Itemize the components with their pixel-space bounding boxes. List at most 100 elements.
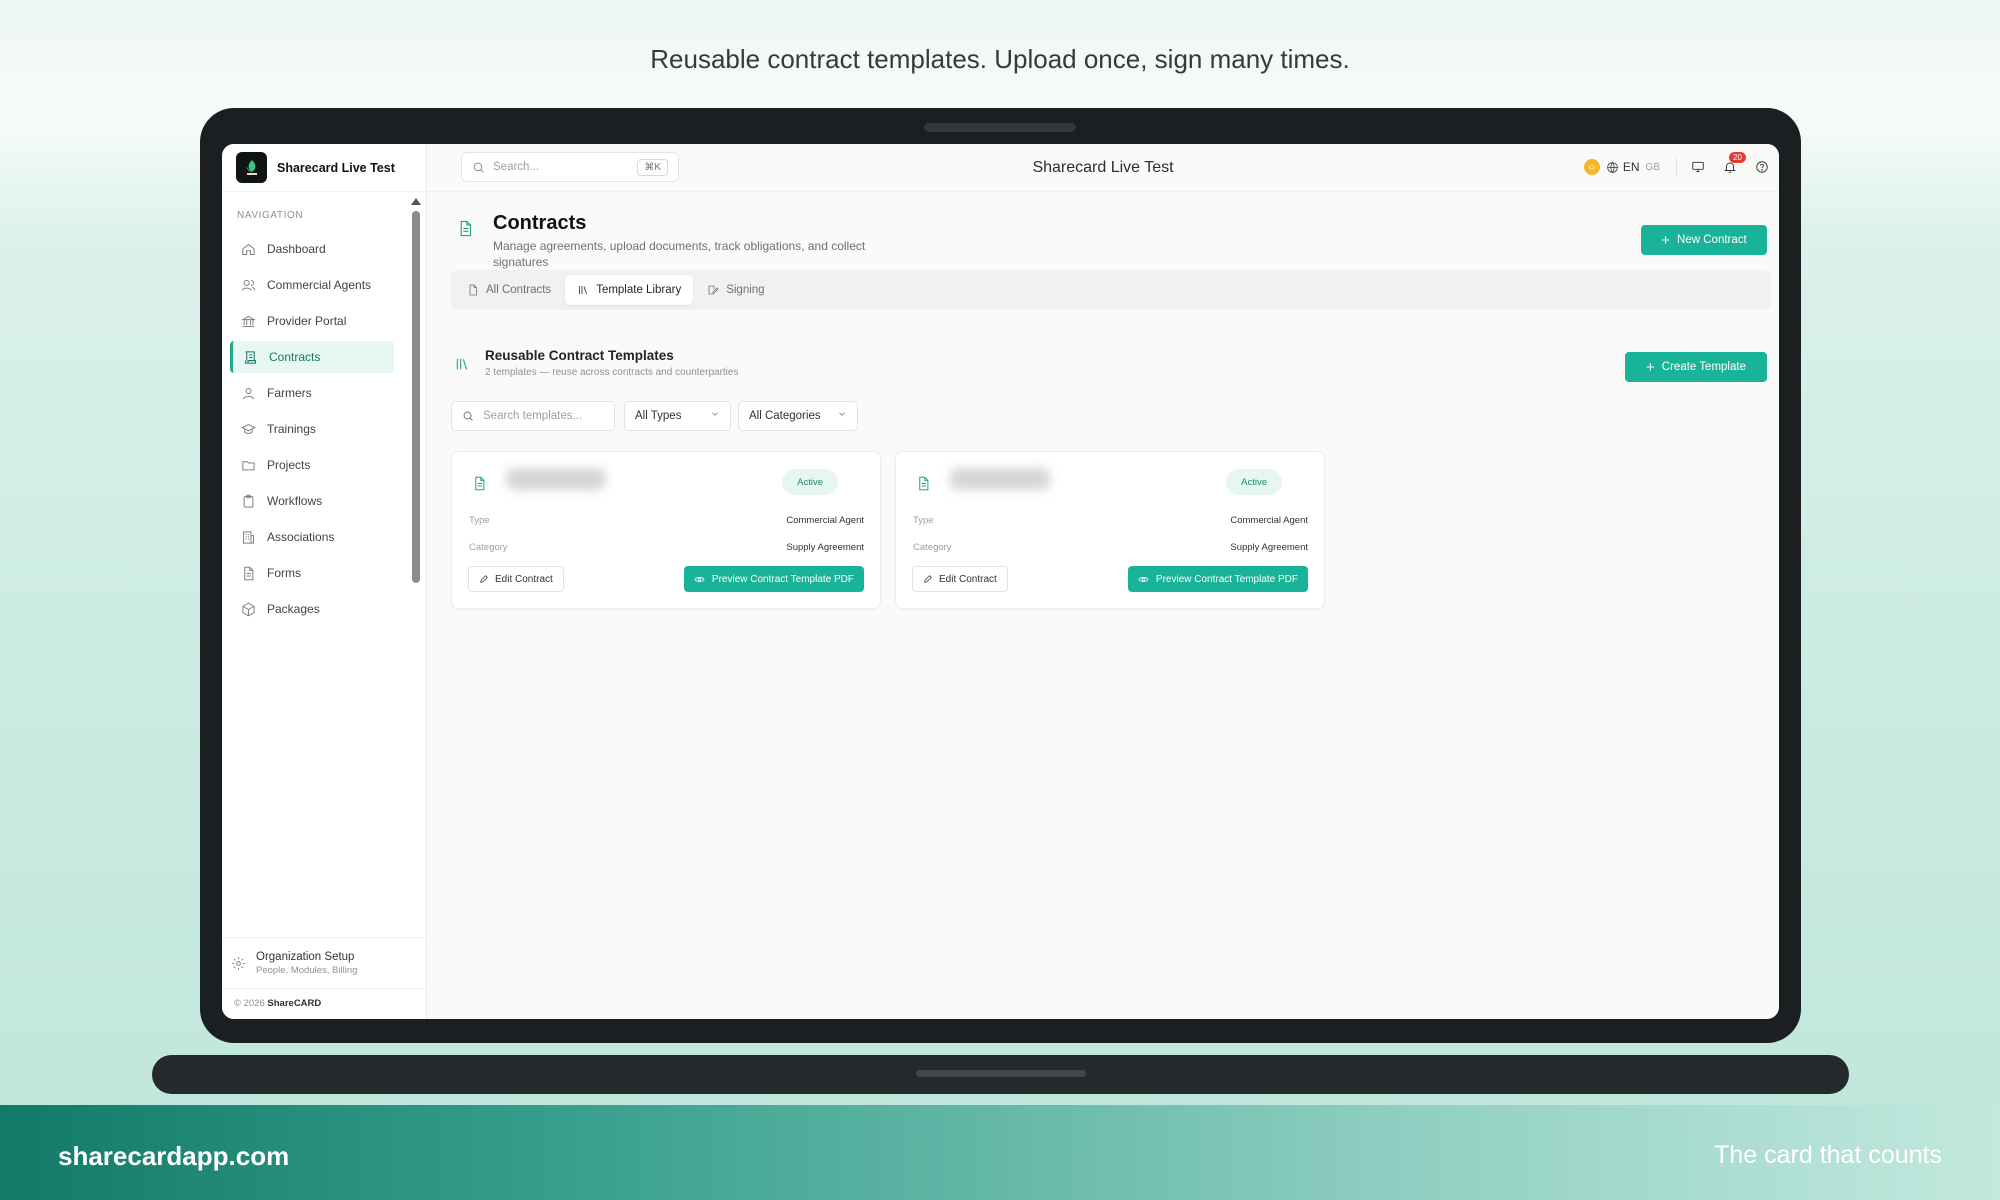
library-icon [579,286,588,295]
template-card[interactable]: Active Type Commercial Agent Category Su… [895,451,1325,609]
graduation-cap-icon [241,423,256,434]
sidebar-item-farmers[interactable]: Farmers [230,377,394,409]
clipboard-icon [243,494,254,508]
sidebar-item-packages[interactable]: Packages [230,593,394,625]
display-button[interactable] [1691,160,1705,174]
templates-section-subtitle: 2 templates — reuse across contracts and… [485,367,739,378]
preview-pdf-label: Preview Contract Template PDF [1155,573,1298,585]
tab-template-library[interactable]: Template Library [565,275,694,305]
base-groove [916,1070,1086,1077]
organization-setup-link[interactable]: Organization Setup People, Modules, Bill… [222,937,427,989]
category-label: Category [469,542,508,553]
tab-label: Signing [726,284,765,296]
template-search[interactable] [451,401,615,431]
type-filter-select[interactable]: All Types [624,401,731,431]
user-icon [243,387,254,399]
laptop-frame: Sharecard Live Test NAVIGATION Dashboard… [200,108,1801,1043]
sidebar-item-trainings[interactable]: Trainings [230,413,394,445]
sidebar-item-projects[interactable]: Projects [230,449,394,481]
brand[interactable]: Sharecard Live Test [222,144,426,192]
sidebar-item-label: Trainings [267,422,316,436]
category-filter-value: All Categories [749,410,821,422]
language-selector[interactable]: EN GB [1606,160,1660,174]
sidebar-item-workflows[interactable]: Workflows [230,485,394,517]
type-label: Type [913,515,934,526]
plus-icon: + [1661,231,1671,249]
preview-pdf-button[interactable]: Preview Contract Template PDF [1127,566,1308,592]
search-shortcut: ⌘K [637,159,668,176]
eye-icon [1138,576,1149,582]
global-search-input[interactable] [493,161,623,173]
notification-badge: 20 [1729,152,1746,163]
template-search-input[interactable] [483,410,603,422]
tab-label: Template Library [596,284,682,296]
sidebar-item-contracts[interactable]: Contracts [230,341,394,373]
category-filter-select[interactable]: All Categories [738,401,858,431]
help-icon [1756,161,1768,173]
marketing-footer: sharecardapp.com The card that counts [0,1105,2000,1200]
pencil-icon [480,575,488,583]
sidebar-item-associations[interactable]: Associations [230,521,394,553]
main-content: Contracts Manage agreements, upload docu… [427,192,1779,1019]
sidebar-item-label: Contracts [269,350,321,364]
copyright-prefix: © 2026 [234,998,265,1009]
sidebar-item-label: Associations [267,530,335,544]
eye-icon [694,576,705,582]
template-card[interactable]: Active Type Commercial Agent Category Su… [451,451,881,609]
camera-notch [924,123,1076,132]
sidebar-item-label: Packages [267,602,320,616]
footer-website[interactable]: sharecardapp.com [58,1141,289,1172]
footer-slogan: The card that counts [1714,1141,1942,1169]
file-text-icon [472,476,487,496]
new-contract-label: New Contract [1677,234,1747,246]
credits-coin-icon[interactable]: ☺ [1583,159,1600,175]
file-text-icon [244,566,254,580]
topbar-divider [1676,158,1677,176]
nav-list: Dashboard Commercial Agents Provider Por… [222,233,426,625]
help-button[interactable] [1755,160,1769,174]
sidebar-item-label: Workflows [267,494,323,508]
notifications-button[interactable]: 20 [1723,152,1746,174]
scroll-icon [245,350,256,364]
templates-section-title: Reusable Contract Templates [485,348,674,363]
package-icon [242,602,255,616]
home-icon [242,243,255,255]
copyright-brand: ShareCARD [267,998,322,1009]
category-value: Supply Agreement [1230,542,1308,553]
type-label: Type [469,515,490,526]
preview-pdf-label: Preview Contract Template PDF [711,573,854,585]
edit-contract-button[interactable]: Edit Contract [912,566,1008,592]
laptop-base [152,1055,1849,1094]
monitor-icon [1692,161,1704,173]
new-contract-button[interactable]: + New Contract [1641,225,1767,255]
library-icon [454,356,470,377]
sidebar-item-label: Dashboard [267,242,326,256]
tab-signing[interactable]: Signing [695,275,776,305]
edit-contract-button[interactable]: Edit Contract [468,566,564,592]
edit-contract-label: Edit Contract [495,573,553,585]
sidebar-scrollbar[interactable] [411,198,421,598]
preview-pdf-button[interactable]: Preview Contract Template PDF [683,566,864,592]
create-template-button[interactable]: + Create Template [1625,352,1767,382]
global-search[interactable]: ⌘K [461,152,679,182]
category-value: Supply Agreement [786,542,864,553]
sidebar-item-commercial-agents[interactable]: Commercial Agents [230,269,394,301]
building-icon [243,530,254,544]
scrollbar-thumb[interactable] [411,211,420,583]
plus-icon: + [1646,358,1655,376]
app-screen: Sharecard Live Test NAVIGATION Dashboard… [222,144,1779,1019]
scroll-up-arrow-icon[interactable] [411,198,421,205]
template-name-redacted [506,468,606,490]
sidebar-item-provider-portal[interactable]: Provider Portal [230,305,394,337]
status-badge: Active [782,469,838,495]
sidebar-item-dashboard[interactable]: Dashboard [230,233,394,265]
tab-all-contracts[interactable]: All Contracts [455,275,563,305]
sidebar-item-label: Commercial Agents [267,278,372,292]
status-badge: Active [1226,469,1282,495]
type-value: Commercial Agent [786,515,864,526]
globe-icon [1607,161,1618,173]
chevron-down-icon [710,409,720,422]
template-name-redacted [950,468,1050,490]
sidebar-item-forms[interactable]: Forms [230,557,394,589]
sidebar: Sharecard Live Test NAVIGATION Dashboard… [222,144,427,1019]
